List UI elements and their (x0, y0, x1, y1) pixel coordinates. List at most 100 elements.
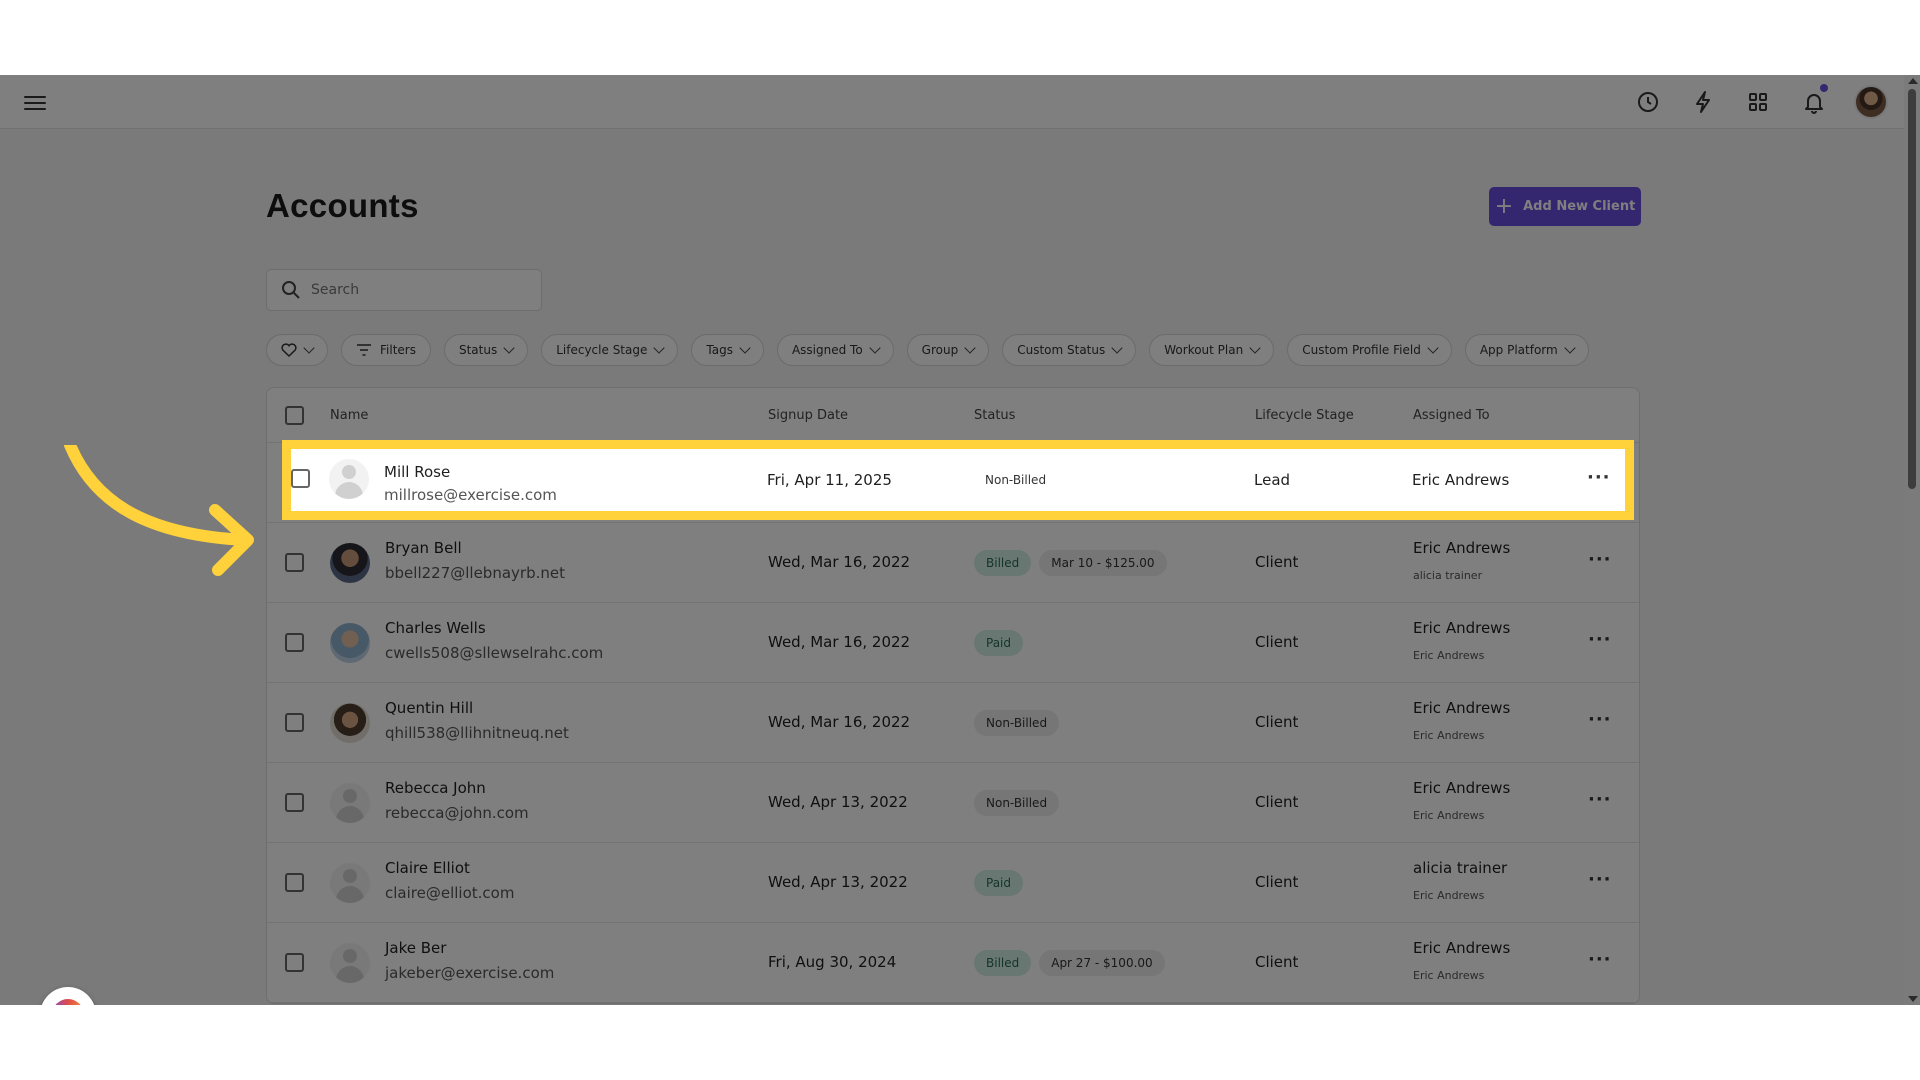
signup-date: Fri, Aug 30, 2024 (768, 953, 897, 971)
assigned-to: Eric Andrews (1413, 939, 1511, 957)
client-name[interactable]: Rebecca John (385, 779, 486, 797)
pointer-arrow (64, 445, 254, 576)
row-more-button[interactable]: ··· (1588, 469, 1612, 490)
workout-plan-filter[interactable]: Workout Plan (1149, 334, 1275, 366)
search-box (266, 269, 542, 311)
scroll-thumb[interactable] (1908, 89, 1916, 489)
client-email: jakeber@exercise.com (385, 964, 555, 982)
bell-icon[interactable] (1800, 84, 1828, 116)
select-all-checkbox[interactable] (285, 405, 304, 425)
filters-button[interactable]: Filters (341, 334, 431, 366)
table-row[interactable]: Quentin Hill qhill538@llihnitneuq.net We… (267, 683, 1639, 763)
table-header: Name Signup Date Status Lifecycle Stage … (267, 388, 1639, 443)
row-checkbox[interactable] (285, 713, 304, 732)
chip-label: Tags (706, 343, 733, 357)
chip-label: Custom Status (1017, 343, 1106, 357)
assistant-launcher[interactable]: 1 (40, 987, 96, 1005)
apps-grid-icon[interactable] (1744, 88, 1772, 116)
status-cell: Billed Apr 27 - $100.00 (974, 950, 1173, 976)
bolt-icon[interactable] (1689, 88, 1717, 116)
row-more-button[interactable]: ··· (1588, 789, 1612, 810)
custom-status-filter[interactable]: Custom Status (1002, 334, 1137, 366)
header-lifecycle-stage[interactable]: Lifecycle Stage (1255, 408, 1354, 423)
lifecycle-stage: Client (1255, 553, 1299, 571)
app-platform-filter[interactable]: App Platform (1464, 334, 1589, 366)
header-signup-date[interactable]: Signup Date (768, 408, 848, 423)
client-name[interactable]: Charles Wells (385, 619, 486, 637)
lifecycle-stage: Client (1255, 873, 1299, 891)
lifecycle-stage-filter[interactable]: Lifecycle Stage (541, 334, 679, 366)
custom-profile-field-filter[interactable]: Custom Profile Field (1287, 334, 1452, 366)
row-checkbox[interactable] (285, 473, 304, 492)
avatar (330, 943, 370, 983)
top-bar (0, 75, 1920, 129)
row-more-button[interactable]: ··· (1588, 549, 1612, 570)
table-row[interactable]: Charles Wells cwells508@sllewselrahc.com… (267, 603, 1639, 683)
chip-label: Workout Plan (1164, 343, 1244, 357)
lifecycle-stage: Client (1255, 793, 1299, 811)
accounts-table: Name Signup Date Status Lifecycle Stage … (266, 387, 1640, 1004)
header-status[interactable]: Status (974, 408, 1015, 423)
row-checkbox[interactable] (285, 553, 304, 572)
lifecycle-stage: Client (1255, 713, 1299, 731)
chevron-down-icon (964, 342, 976, 354)
status-badge: Paid (974, 630, 1024, 656)
user-avatar[interactable] (1854, 85, 1888, 119)
menu-icon[interactable] (24, 92, 46, 112)
scroll-down-arrow[interactable] (1908, 996, 1918, 1002)
client-name[interactable]: Claire Elliot (385, 859, 470, 877)
scroll-up-arrow[interactable] (1908, 78, 1918, 84)
add-new-client-label: Add New Client (1523, 199, 1636, 214)
status-cell: Billed Mar 10 - $125.00 (974, 550, 1175, 576)
chevron-down-icon (303, 342, 315, 354)
client-email: bbell227@llebnayrb.net (385, 564, 565, 582)
assigned-to: Eric Andrews (1413, 473, 1511, 491)
search-input[interactable] (311, 282, 511, 298)
row-checkbox[interactable] (285, 873, 304, 892)
status-badge: Billed (974, 550, 1032, 576)
table-row[interactable]: Jake Ber jakeber@exercise.com Fri, Aug 3… (267, 923, 1639, 1003)
row-more-button[interactable]: ··· (1588, 869, 1612, 890)
search-icon (282, 281, 300, 299)
avatar (330, 623, 370, 663)
header-assigned-to[interactable]: Assigned To (1413, 408, 1490, 423)
row-more-button[interactable]: ··· (1588, 949, 1612, 970)
assigned-sub: Eric Andrews (1413, 649, 1485, 662)
add-new-client-button[interactable]: + Add New Client (1489, 187, 1641, 226)
chevron-down-icon (869, 342, 881, 354)
table-row[interactable]: Rebecca John rebecca@john.com Wed, Apr 1… (267, 763, 1639, 843)
client-name[interactable]: Bryan Bell (385, 539, 462, 557)
client-name[interactable]: Jake Ber (385, 939, 446, 957)
assigned-sub: alicia trainer (1413, 569, 1483, 582)
vertical-scrollbar[interactable] (1904, 75, 1920, 1005)
status-badge: Billed (974, 950, 1032, 976)
favorites-filter[interactable] (266, 334, 328, 366)
client-name[interactable]: Mill Rose (385, 459, 451, 477)
assistant-logo-icon (52, 999, 84, 1005)
avatar (330, 703, 370, 743)
status-cell: Paid (974, 870, 1031, 896)
lifecycle-stage: Lead (1255, 473, 1292, 491)
chip-label: Status (458, 343, 498, 357)
row-checkbox[interactable] (285, 793, 304, 812)
header-name[interactable]: Name (330, 408, 368, 423)
assigned-sub: Eric Andrews (1413, 889, 1485, 902)
client-name[interactable]: Quentin Hill (385, 699, 473, 717)
table-row[interactable]: Claire Elliot claire@elliot.com Wed, Apr… (267, 843, 1639, 923)
signup-date: Wed, Mar 16, 2022 (768, 553, 911, 571)
status-filter[interactable]: Status (443, 334, 529, 366)
row-more-button[interactable]: ··· (1588, 709, 1612, 730)
table-row[interactable]: Mill Rose millrose@exercise.com Fri, Apr… (267, 443, 1639, 523)
chevron-down-icon (1564, 342, 1576, 354)
assigned-to-filter[interactable]: Assigned To (776, 334, 894, 366)
group-filter[interactable]: Group (906, 334, 990, 366)
assigned-sub: Eric Andrews (1413, 969, 1485, 982)
row-checkbox[interactable] (285, 633, 304, 652)
row-checkbox[interactable] (285, 953, 304, 972)
assigned-sub: Eric Andrews (1413, 809, 1485, 822)
filter-icon (357, 344, 371, 356)
tags-filter[interactable]: Tags (691, 334, 764, 366)
table-row[interactable]: Bryan Bell bbell227@llebnayrb.net Wed, M… (267, 523, 1639, 603)
row-more-button[interactable]: ··· (1588, 629, 1612, 650)
clock-icon[interactable] (1634, 88, 1662, 116)
